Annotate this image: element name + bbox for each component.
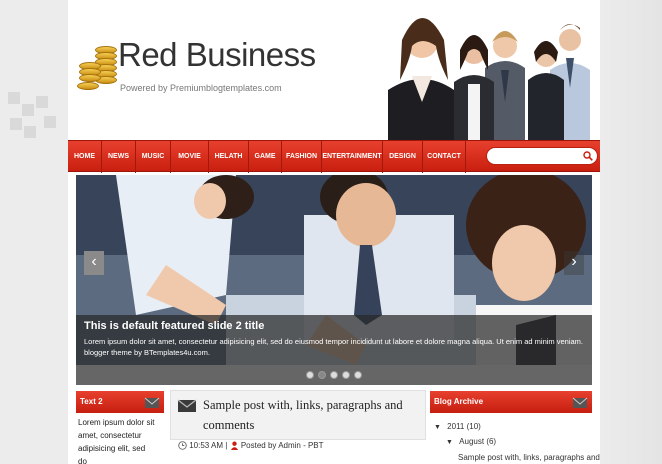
mailbox-icon [572,397,588,408]
archive-month-count: (6) [486,437,497,446]
mailbox-icon [144,397,160,408]
featured-slider: ‹ › This is default featured slide 2 tit… [76,175,592,385]
archive-year-count: (10) [466,422,481,431]
nav-item-fashion[interactable]: FASHION [282,141,322,173]
archive-post-link[interactable]: Sample post with, links, paragraphs and [458,451,600,464]
archive-header: Blog Archive [430,391,592,413]
slider-dot[interactable] [306,371,314,379]
slide-text: Lorem ipsum dolor sit amet, consectetur … [84,337,583,357]
post-meta: 10:53 AM | Posted by Admin - PBT [178,441,324,451]
slide-title[interactable]: This is default featured slide 2 title [84,320,584,332]
nav-item-movie[interactable]: MOVIE [171,141,209,173]
nav-item-helath[interactable]: HELATH [209,141,249,173]
nav-item-game[interactable]: GAME [249,141,282,173]
archive-month[interactable]: August [459,437,484,446]
nav-item-entertainment[interactable]: ENTERTAINMENT [322,141,383,173]
slide-caption: This is default featured slide 2 title L… [76,315,592,365]
nav-item-home[interactable]: HOME [68,141,102,173]
post-header: Sample post with, links, paragraphs and … [170,390,426,440]
post-time[interactable]: 10:53 AM [189,441,223,450]
background-pattern [0,0,70,140]
business-team-image [370,0,600,140]
site-title[interactable]: Red Business [118,36,316,74]
post-author: Posted by Admin - PBT [240,441,324,450]
clock-icon [178,441,187,451]
main-nav: HOME NEWS MUSIC MOVIE HELATH GAME FASHIO… [68,140,600,173]
archive-year-row[interactable]: ▼ 2011 (10) [434,420,600,435]
slider-prev-button[interactable]: ‹ [84,251,104,275]
nav-item-contact[interactable]: CONTACT [423,141,466,173]
collapse-arrow-icon[interactable]: ▼ [446,439,453,446]
slider-pagination [76,365,592,385]
slider-next-button[interactable]: › [564,251,584,275]
left-widget-text: Lorem ipsum dolor sit amet, consectetur … [78,418,155,464]
nav-item-music[interactable]: MUSIC [136,141,171,173]
nav-item-news[interactable]: NEWS [102,141,136,173]
post-mail-icon [177,399,197,412]
left-widget-title: Text 2 [80,397,103,406]
meta-separator: | [225,441,228,450]
background-right [600,0,662,464]
archive-title: Blog Archive [434,397,484,406]
search-icon[interactable] [583,151,593,161]
archive-tree: ▼ 2011 (10) ▼ August (6) Sample post wit… [434,420,600,464]
user-icon [230,441,238,451]
slider-dot[interactable] [330,371,338,379]
site-header: Red Business Powered by Premiumblogtempl… [68,0,600,140]
post-title[interactable]: Sample post with, links, paragraphs and … [203,395,418,435]
page-container: Red Business Powered by Premiumblogtempl… [68,0,600,464]
archive-month-row[interactable]: ▼ August (6) [446,435,600,450]
left-widget-header: Text 2 [76,391,164,413]
collapse-arrow-icon[interactable]: ▼ [434,424,441,431]
gold-coins-icon [73,44,119,92]
slider-dot[interactable] [342,371,350,379]
search-input[interactable] [486,147,598,165]
site-subtitle: Powered by Premiumblogtemplates.com [120,83,282,93]
slider-dot-active[interactable] [318,371,326,379]
slider-dot[interactable] [354,371,362,379]
nav-item-design[interactable]: DESIGN [383,141,423,173]
archive-year[interactable]: 2011 [447,422,464,431]
